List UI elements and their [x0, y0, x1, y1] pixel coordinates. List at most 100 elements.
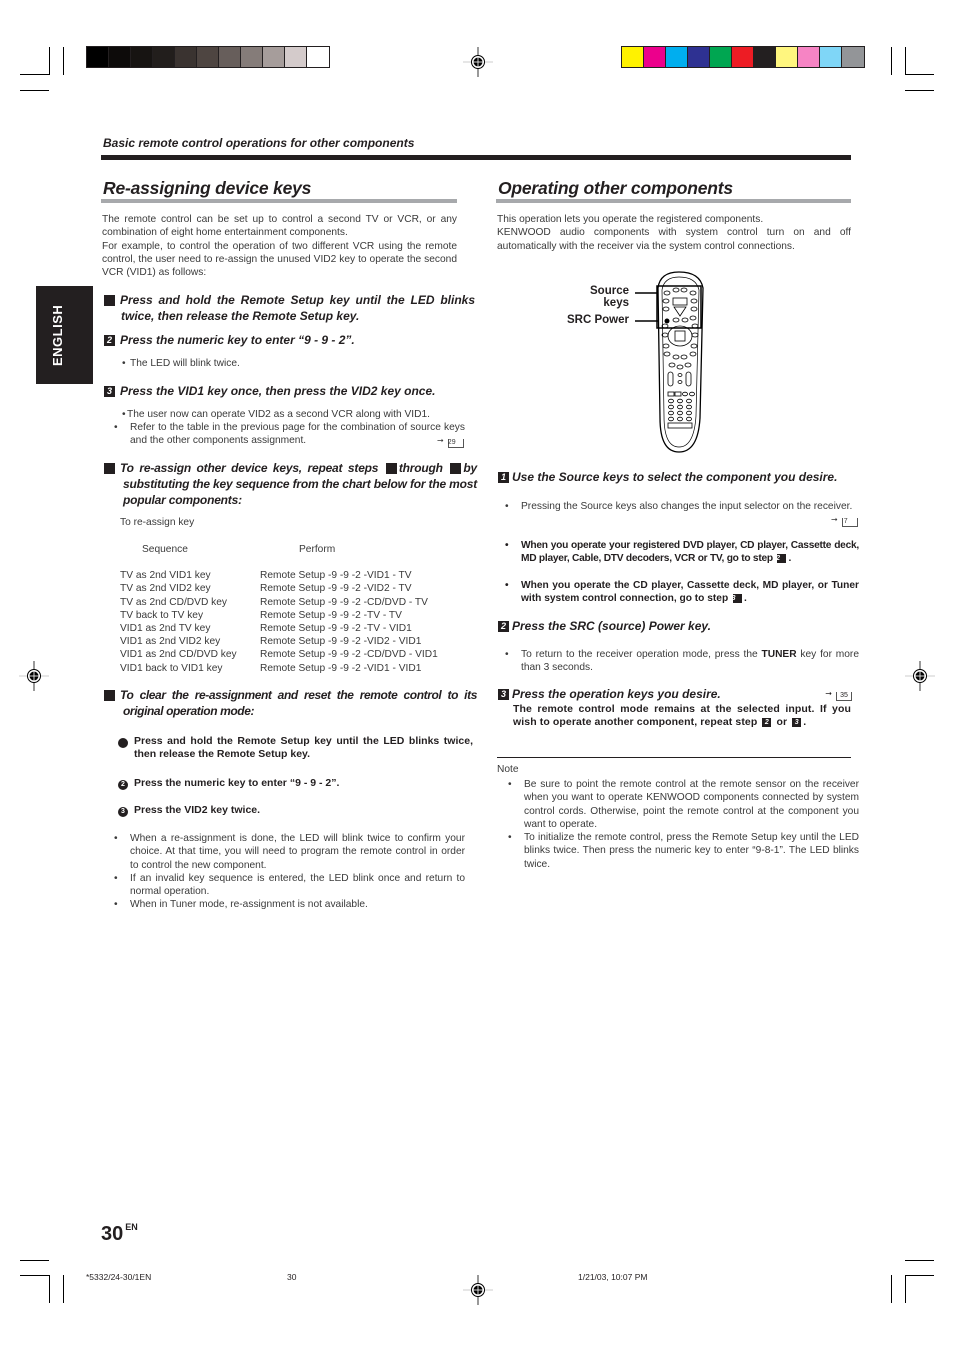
- color-swatch: [263, 47, 285, 67]
- color-swatch: [241, 47, 263, 67]
- language-tab-label: ENGLISH: [50, 304, 65, 366]
- bullet-item: • When you operate your registered DVD pl…: [505, 540, 859, 565]
- callout-text: Source: [590, 285, 629, 297]
- step-ref-badge: 2: [776, 554, 787, 564]
- step-4: 4 To re-assign other device keys, repeat …: [98, 460, 478, 508]
- page-number-text: 30: [101, 1223, 124, 1245]
- page-reference[interactable]: ➞ 35: [825, 686, 852, 702]
- substep-3: 3 Press the VID2 key twice.: [118, 804, 457, 817]
- substep-text: Press the numeric key to enter “9 - 9 - …: [134, 777, 340, 789]
- step-text: Use the Source keys to select the compon…: [512, 470, 838, 484]
- table-caption: To re-assign key: [120, 517, 195, 528]
- bullet-item: • When a re-assignment is done, the LED w…: [114, 833, 465, 871]
- bullet-text: Pressing the Source keys also changes th…: [521, 501, 853, 512]
- intro-text: The remote control can be set up to cont…: [102, 214, 457, 239]
- cell: TV as 2nd CD/DVD key: [120, 596, 228, 608]
- crop-mark: [905, 74, 934, 75]
- substep-2: 2 Press the numeric key to enter “9 - 9 -…: [118, 777, 457, 790]
- column-header: Sequence: [142, 544, 188, 555]
- page-reference[interactable]: ➞ 29: [437, 434, 465, 449]
- bullet-text: To initialize the remote control, press …: [524, 832, 859, 870]
- bullet-item: • Refer to the table in the previous page…: [114, 422, 465, 449]
- cell: Remote Setup -9 -9 -2 -VID2 - TV: [260, 583, 412, 595]
- bullet-item: •The user now can operate VID2 as a seco…: [122, 409, 430, 420]
- callout-source-keys: Source keys: [560, 285, 629, 309]
- step-ref-badge: 3: [732, 594, 743, 604]
- bullet-item: • When in Tuner mode, re-assignment is no…: [114, 899, 368, 910]
- crop-mark: [905, 1260, 934, 1261]
- cell: TV back to TV key: [120, 609, 204, 621]
- bullet-text: The LED will blink twice.: [130, 358, 240, 369]
- crop-mark: [891, 1275, 892, 1303]
- bullet-text: When you operate your registered DVD pla…: [521, 540, 859, 565]
- bullet-item: • Pressing the Source keys also changes t…: [505, 500, 859, 528]
- step-text: Press the operation keys you desire.: [512, 687, 721, 701]
- color-swatch: [131, 47, 153, 67]
- cell: Remote Setup -9 -9 -2 -VID1 - VID1: [260, 662, 422, 674]
- color-swatch: [644, 47, 666, 67]
- crop-mark: [905, 47, 906, 75]
- crop-mark: [891, 47, 892, 75]
- table-row: TV back to TV key Remote Setup -9 -9 -2 -…: [120, 609, 438, 622]
- crop-mark: [20, 90, 49, 91]
- substep-number-badge: 2: [118, 780, 128, 790]
- color-swatch: [285, 47, 307, 67]
- bullet-text: To return to the receiver operation mode…: [521, 649, 758, 660]
- page-language: EN: [125, 1222, 138, 1232]
- language-tab: ENGLISH: [36, 286, 93, 384]
- color-swatch: [688, 47, 710, 67]
- color-swatch: [153, 47, 175, 67]
- substep-text: Press the VID2 key twice.: [134, 804, 261, 816]
- title-rule: [101, 199, 457, 203]
- color-swatch: [798, 47, 820, 67]
- substep-number-badge: 3: [118, 807, 128, 817]
- registration-mark-icon: [19, 661, 49, 691]
- left-intro: The remote control can be set up to cont…: [102, 213, 457, 279]
- bullet-text: When a re-assignment is done, the LED wi…: [130, 833, 465, 871]
- cell: Remote Setup -9 -9 -2 -VID1 - TV: [260, 570, 412, 582]
- detail-text: or: [776, 716, 788, 729]
- callout-src-power: SRC Power: [540, 314, 629, 327]
- print-timestamp: 1/21/03, 10:07 PM: [578, 1272, 648, 1282]
- operating-step-1: 1 Use the Source keys to select the compo…: [498, 469, 852, 485]
- callout-text: keys: [603, 296, 629, 309]
- step-number-badge: 5: [98, 690, 115, 701]
- bullet-item: • The LED will blink twice.: [122, 358, 240, 369]
- crop-mark: [49, 47, 50, 75]
- color-swatch: [666, 47, 688, 67]
- substep-number-badge: 1: [113, 738, 128, 748]
- step-2: 2 Press the numeric key to enter “9 - 9 -…: [104, 332, 458, 348]
- color-swatch: [109, 47, 131, 67]
- registration-mark-icon: [463, 47, 493, 77]
- header-rule: [101, 155, 851, 160]
- crop-mark: [49, 1275, 50, 1303]
- color-swatch: [175, 47, 197, 67]
- page-reference[interactable]: ➞ 7: [831, 513, 859, 528]
- color-swatch: [197, 47, 219, 67]
- crop-mark: [20, 1260, 49, 1261]
- color-swatch: [732, 47, 754, 67]
- substep-text: Press and hold the Remote Setup key unti…: [134, 735, 473, 761]
- crop-mark: [905, 90, 934, 91]
- page-number: 30 EN: [101, 1222, 138, 1246]
- bullet-text: Refer to the table in the previous page …: [130, 422, 465, 447]
- crop-mark: [20, 1275, 49, 1276]
- color-swatch: [754, 47, 776, 67]
- cell: Remote Setup -9 -9 -2 -TV - TV: [260, 609, 402, 621]
- color-calibration-bar: [621, 46, 865, 68]
- cell: VID1 back to VID1 key: [120, 662, 223, 674]
- step-number-badge: 2: [104, 335, 115, 346]
- step-ref-badge: 2: [762, 718, 772, 728]
- table-row: VID1 as 2nd VID2 key Remote Setup -9 -9 -…: [120, 635, 438, 648]
- step-number-badge: 3: [104, 386, 115, 397]
- right-intro: This operation lets you operate the regi…: [497, 213, 851, 253]
- job-code: *5332/24-30/1EN: [86, 1272, 152, 1282]
- step-text: Press and hold the Remote Setup key unti…: [120, 293, 475, 323]
- color-swatch: [710, 47, 732, 67]
- color-swatch: [842, 47, 864, 67]
- color-swatch: [820, 47, 842, 67]
- note-divider: [497, 757, 851, 758]
- crop-mark: [63, 1275, 64, 1303]
- bullet-item: • When you operate the CD player, Cassett…: [505, 580, 859, 605]
- table-row: TV as 2nd VID1 key Remote Setup -9 -9 -2 …: [120, 569, 438, 582]
